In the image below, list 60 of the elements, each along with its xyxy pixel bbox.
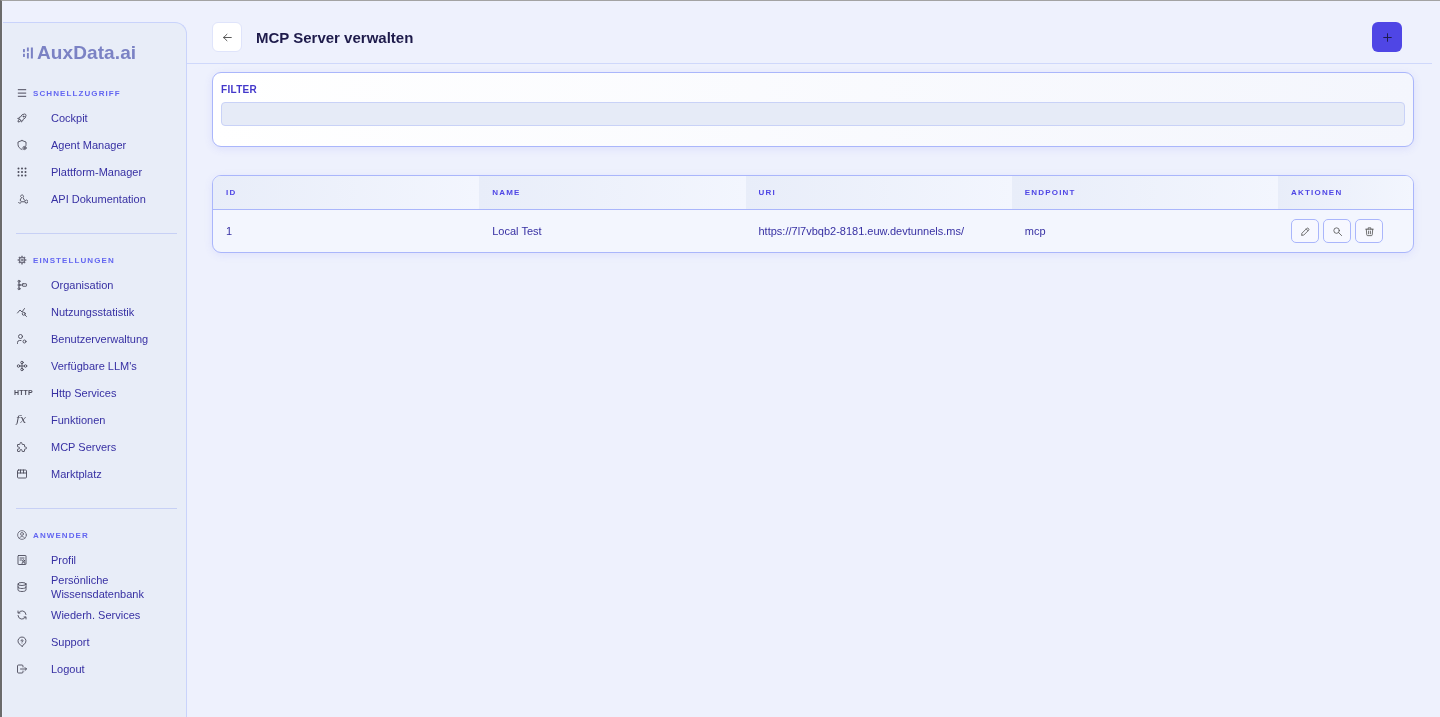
webhook-icon bbox=[16, 192, 28, 205]
nav-item[interactable]: Agent Manager bbox=[15, 131, 176, 158]
shield-icon bbox=[16, 138, 28, 151]
filter-label: FILTER bbox=[221, 84, 259, 95]
column-header: ENDPOINT bbox=[1011, 176, 1278, 210]
nav-item[interactable]: Logout bbox=[15, 655, 176, 682]
rocket-icon bbox=[16, 111, 28, 124]
table-cell-text: Local Test bbox=[491, 224, 543, 239]
delete-button[interactable] bbox=[1355, 219, 1383, 243]
function-symbol: fx bbox=[16, 414, 27, 425]
plus-icon bbox=[1380, 30, 1394, 44]
section-heading: ANWENDER bbox=[33, 530, 89, 540]
database-icon bbox=[16, 581, 28, 593]
page-title: MCP Server verwalten bbox=[256, 28, 414, 46]
nav-item[interactable]: Profil bbox=[15, 546, 176, 573]
nav-item[interactable]: fx Funktionen bbox=[15, 406, 176, 433]
column-header: URI bbox=[745, 176, 1012, 210]
user-circle-icon bbox=[17, 530, 27, 540]
id-card-icon bbox=[16, 553, 28, 566]
dot-grid-icon bbox=[16, 165, 28, 178]
refresh-icon bbox=[16, 608, 28, 621]
chart-search-icon bbox=[16, 305, 28, 318]
users-icon bbox=[16, 332, 28, 345]
nav-item[interactable]: Marktplatz bbox=[15, 460, 176, 487]
column-header: NAME bbox=[479, 176, 746, 210]
add-button[interactable] bbox=[1372, 22, 1402, 52]
section-heading: SCHNELLZUGRIFF bbox=[33, 88, 121, 98]
gear-icon bbox=[17, 255, 27, 265]
table-cell-text: mcp bbox=[1023, 224, 1047, 239]
view-button[interactable] bbox=[1323, 219, 1351, 243]
nav-item[interactable]: Plattform-Manager bbox=[15, 158, 176, 185]
table-cell-text: 1 bbox=[225, 224, 234, 239]
nav-item[interactable]: API Dokumentation bbox=[15, 185, 176, 212]
nav-item[interactable]: Support bbox=[15, 628, 176, 655]
menu-icon bbox=[17, 88, 27, 98]
nav-item[interactable]: Benutzerverwaltung bbox=[15, 325, 176, 352]
puzzle-icon bbox=[16, 440, 28, 453]
nav-item[interactable]: Nutzungsstatistik bbox=[15, 298, 176, 325]
column-header: ID bbox=[213, 176, 480, 210]
logout-icon bbox=[16, 662, 28, 675]
nav-item[interactable]: Wiederh. Services bbox=[15, 601, 176, 628]
logo-mark-icon bbox=[23, 46, 34, 60]
nodes-icon bbox=[16, 359, 28, 372]
nav-item[interactable]: Verfügbare LLM's bbox=[15, 352, 176, 379]
logo-text: AuxData.ai bbox=[37, 42, 137, 64]
nav-item[interactable]: Organisation bbox=[15, 271, 176, 298]
nav-item[interactable]: Cockpit bbox=[15, 104, 176, 131]
help-icon bbox=[16, 635, 28, 648]
hierarchy-icon bbox=[16, 278, 28, 291]
pencil-icon bbox=[1299, 225, 1311, 237]
store-icon bbox=[16, 467, 28, 480]
section-heading: EINSTELLUNGEN bbox=[33, 255, 115, 265]
trash-icon bbox=[1363, 225, 1375, 237]
nav-item[interactable]: Persönliche Wissensdatenbank bbox=[15, 573, 176, 601]
table-cell-text: https://7l7vbqb2-8181.euw.devtunnels.ms/ bbox=[757, 224, 965, 239]
column-header: AKTIONEN bbox=[1278, 176, 1413, 210]
edit-button[interactable] bbox=[1291, 219, 1319, 243]
nav-item[interactable]: MCP Servers bbox=[15, 433, 176, 460]
search-icon bbox=[1331, 225, 1343, 237]
filter-input[interactable] bbox=[221, 102, 1405, 126]
